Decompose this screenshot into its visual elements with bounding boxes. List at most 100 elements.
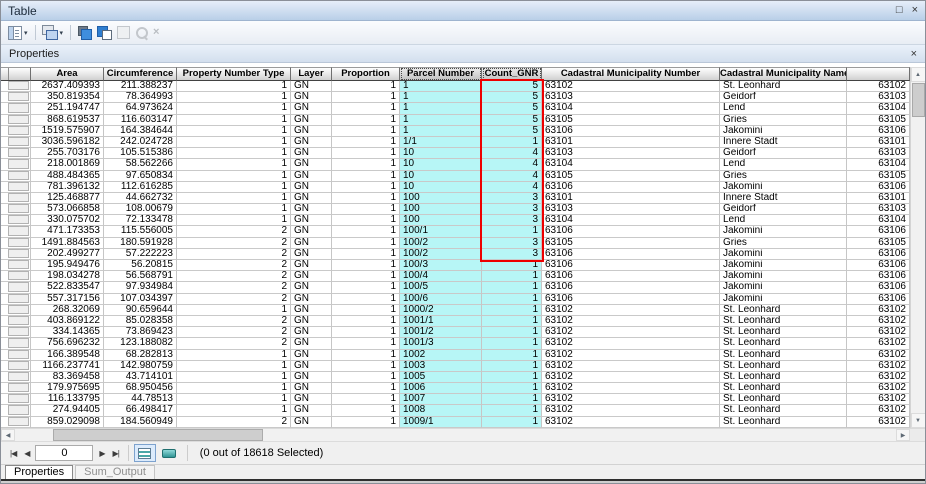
cell[interactable]: 5 — [482, 81, 542, 92]
cell[interactable]: 78.364993 — [104, 92, 177, 103]
cell[interactable]: 1 — [482, 394, 542, 405]
cell[interactable]: GN — [291, 383, 332, 394]
cell[interactable]: 1 — [177, 383, 291, 394]
cell[interactable]: 68.282813 — [104, 350, 177, 361]
cell[interactable]: 1003 — [400, 361, 482, 372]
cell[interactable]: 2 — [177, 417, 291, 428]
cell[interactable]: 10 — [400, 148, 482, 159]
switch-selection-button[interactable] — [75, 23, 94, 42]
cell[interactable]: 1 — [332, 383, 400, 394]
cell[interactable]: GN — [291, 204, 332, 215]
cell[interactable]: 63102 — [542, 405, 720, 416]
cell[interactable]: 1 — [177, 405, 291, 416]
column-header-circumference[interactable]: Circumference — [104, 67, 177, 81]
cell[interactable]: 1166.237741 — [31, 361, 104, 372]
record-number-input[interactable] — [35, 445, 93, 461]
cell[interactable]: 63105 — [542, 238, 720, 249]
cell[interactable]: 1 — [332, 350, 400, 361]
cell[interactable]: 100/1 — [400, 226, 482, 237]
cell[interactable]: 2 — [177, 316, 291, 327]
cell[interactable]: Jakomini — [720, 271, 847, 282]
column-header-count-gnr[interactable]: Count_GNR — [482, 67, 542, 81]
row-selector[interactable] — [1, 316, 31, 327]
cell[interactable]: 68.950456 — [104, 383, 177, 394]
cell[interactable]: 1 — [482, 338, 542, 349]
vertical-scrollbar[interactable]: ▲ ▼ — [910, 67, 925, 428]
horizontal-scrollbar-thumb[interactable] — [53, 429, 263, 441]
column-header-layer[interactable]: Layer — [291, 67, 332, 81]
cell[interactable]: 142.980759 — [104, 361, 177, 372]
cell[interactable]: Jakomini — [720, 126, 847, 137]
cell[interactable]: 63103 — [847, 148, 910, 159]
cell[interactable]: 1/1 — [400, 137, 482, 148]
cell[interactable]: 85.028358 — [104, 316, 177, 327]
cell[interactable]: 43.714101 — [104, 372, 177, 383]
row-selector[interactable] — [1, 327, 31, 338]
cell[interactable]: Lend — [720, 215, 847, 226]
cell[interactable]: 100/4 — [400, 271, 482, 282]
cell[interactable]: GN — [291, 282, 332, 293]
cell[interactable]: 1 — [332, 115, 400, 126]
cell[interactable]: 63102 — [847, 338, 910, 349]
cell[interactable]: 1 — [332, 405, 400, 416]
cell[interactable]: 100/2 — [400, 249, 482, 260]
cell[interactable]: 100/5 — [400, 282, 482, 293]
cell[interactable]: 63102 — [542, 327, 720, 338]
cell[interactable]: 10 — [400, 159, 482, 170]
cell[interactable]: GN — [291, 137, 332, 148]
next-record-button[interactable]: ▶ — [95, 447, 108, 460]
row-selector[interactable] — [1, 361, 31, 372]
cell[interactable]: 255.703176 — [31, 148, 104, 159]
cell[interactable]: 1 — [332, 338, 400, 349]
row-selector[interactable] — [1, 126, 31, 137]
table-options-button[interactable]: ▾ — [6, 23, 30, 42]
cell[interactable]: 63106 — [542, 226, 720, 237]
column-header-blank[interactable] — [847, 67, 910, 81]
cell[interactable]: 350.819354 — [31, 92, 104, 103]
row-selector[interactable] — [1, 238, 31, 249]
column-header-cadastral-municipality-name[interactable]: Cadastral Municipality Name — [720, 67, 847, 81]
cell[interactable]: 330.075702 — [31, 215, 104, 226]
cell[interactable]: St. Leonhard — [720, 305, 847, 316]
column-header-cadastral-municipality-number[interactable]: Cadastral Municipality Number — [542, 67, 720, 81]
cell[interactable]: 1491.884563 — [31, 238, 104, 249]
cell[interactable]: 1 — [332, 417, 400, 428]
cell[interactable]: GN — [291, 294, 332, 305]
cell[interactable]: 44.78513 — [104, 394, 177, 405]
cell[interactable]: 107.034397 — [104, 294, 177, 305]
row-selector[interactable] — [1, 372, 31, 383]
cell[interactable]: Lend — [720, 159, 847, 170]
cell[interactable]: 1 — [177, 115, 291, 126]
cell[interactable]: St. Leonhard — [720, 417, 847, 428]
cell[interactable]: 63106 — [542, 182, 720, 193]
row-selector[interactable] — [1, 182, 31, 193]
cell[interactable]: 63101 — [847, 137, 910, 148]
column-header-proportion[interactable]: Proportion — [332, 67, 400, 81]
cell[interactable]: 63105 — [847, 115, 910, 126]
cell[interactable]: GN — [291, 350, 332, 361]
cell[interactable]: 56.20815 — [104, 260, 177, 271]
cell[interactable]: 202.499277 — [31, 249, 104, 260]
cell[interactable]: Jakomini — [720, 182, 847, 193]
cell[interactable]: 868.619537 — [31, 115, 104, 126]
cell[interactable]: 164.384644 — [104, 126, 177, 137]
row-selector[interactable] — [1, 282, 31, 293]
cell[interactable]: 63106 — [847, 260, 910, 271]
maximize-icon[interactable]: □ — [896, 5, 903, 16]
tab-properties[interactable]: Properties — [5, 465, 73, 479]
cell[interactable]: 1 — [177, 148, 291, 159]
cell[interactable]: 1 — [400, 81, 482, 92]
cell[interactable]: 63104 — [847, 103, 910, 114]
cell[interactable]: 1 — [482, 361, 542, 372]
cell[interactable]: 63106 — [542, 126, 720, 137]
cell[interactable]: 5 — [482, 103, 542, 114]
cell[interactable]: 125.468877 — [31, 193, 104, 204]
cell[interactable]: 63102 — [847, 394, 910, 405]
cell[interactable]: 195.949476 — [31, 260, 104, 271]
cell[interactable]: GN — [291, 394, 332, 405]
cell[interactable]: 90.659644 — [104, 305, 177, 316]
row-selector[interactable] — [1, 137, 31, 148]
cell[interactable]: 781.396132 — [31, 182, 104, 193]
cell[interactable]: 1 — [332, 193, 400, 204]
cell[interactable]: 63104 — [542, 103, 720, 114]
